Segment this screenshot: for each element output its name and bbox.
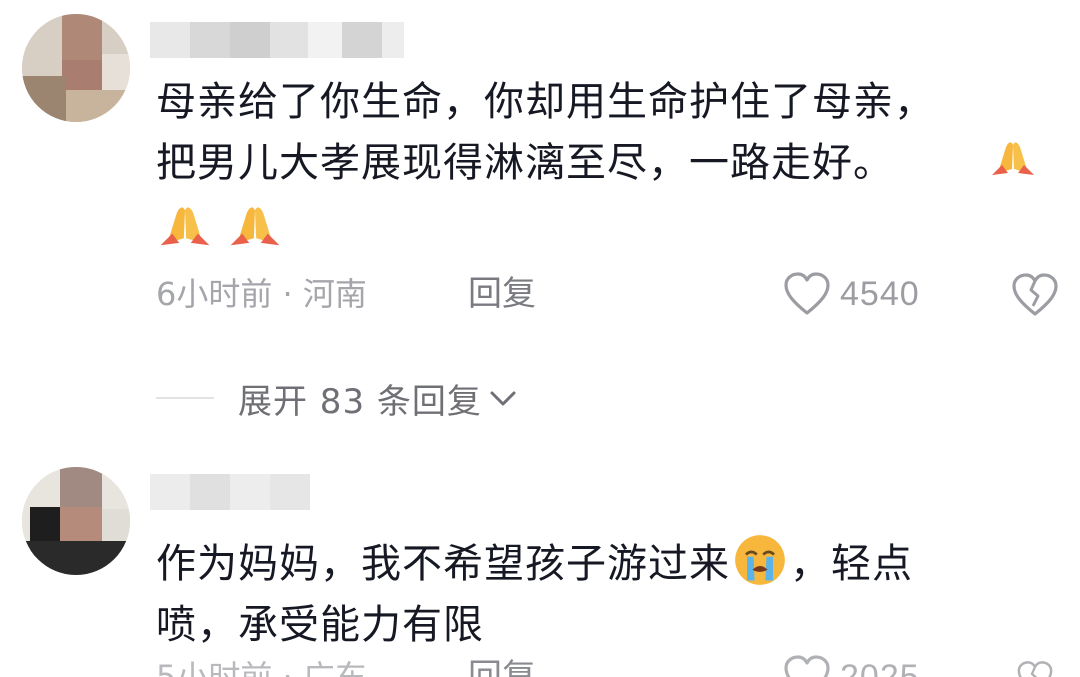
avatar[interactable]: [22, 14, 130, 122]
heart-icon: [784, 272, 830, 315]
reply-button[interactable]: 回复: [468, 657, 536, 677]
expand-replies-label: 展开 83 条回复: [238, 381, 482, 422]
comment-meta: 5小时前 · 广东: [156, 658, 367, 677]
emoji-row: [156, 195, 284, 253]
username-blurred[interactable]: [150, 470, 310, 514]
divider: [156, 397, 214, 399]
folded-hands-icon: [160, 207, 210, 246]
loudly-crying-face-icon: [735, 535, 785, 585]
folded-hands-icon: [992, 142, 1034, 175]
like-button[interactable]: 4540: [782, 268, 920, 320]
comment-text: 作为妈妈，我不希望孩子游过来 ，轻点 喷，承受能力有限: [156, 533, 1046, 656]
comment-line: 作为妈妈，我不希望孩子游过来 ，轻点: [156, 533, 1046, 595]
chevron-down-icon: [490, 391, 516, 406]
broken-heart-icon[interactable]: [1010, 268, 1060, 320]
comment-text-part: 作为妈妈，我不希望孩子游过来: [156, 541, 730, 587]
comment-list: 母亲给了你生命，你却用生命护住了母亲， 把男儿大孝展现得淋漓至尽，一路走好。 6…: [0, 0, 1080, 677]
comment-line: 母亲给了你生命，你却用生命护住了母亲，: [156, 79, 935, 125]
comment-line: 喷，承受能力有限: [156, 602, 484, 648]
comment-meta: 6小时前 · 河南: [156, 275, 367, 313]
expand-replies-button[interactable]: 展开 83 条回复: [238, 374, 518, 422]
comment-text-part: ，轻点: [790, 541, 913, 587]
folded-hands-icon: [230, 207, 280, 246]
broken-heart-icon[interactable]: [1010, 657, 1060, 677]
avatar[interactable]: [22, 467, 130, 575]
comment-line: 把男儿大孝展现得淋漓至尽，一路走好。: [156, 140, 894, 186]
comment-text: 母亲给了你生命，你却用生命护住了母亲， 把男儿大孝展现得淋漓至尽，一路走好。: [156, 72, 1046, 194]
like-count: 2025: [840, 657, 920, 677]
reply-button[interactable]: 回复: [468, 272, 536, 316]
heart-icon: [784, 655, 830, 677]
like-button[interactable]: 2025: [782, 655, 920, 677]
like-count: 4540: [840, 274, 920, 313]
username-blurred[interactable]: [150, 18, 404, 62]
